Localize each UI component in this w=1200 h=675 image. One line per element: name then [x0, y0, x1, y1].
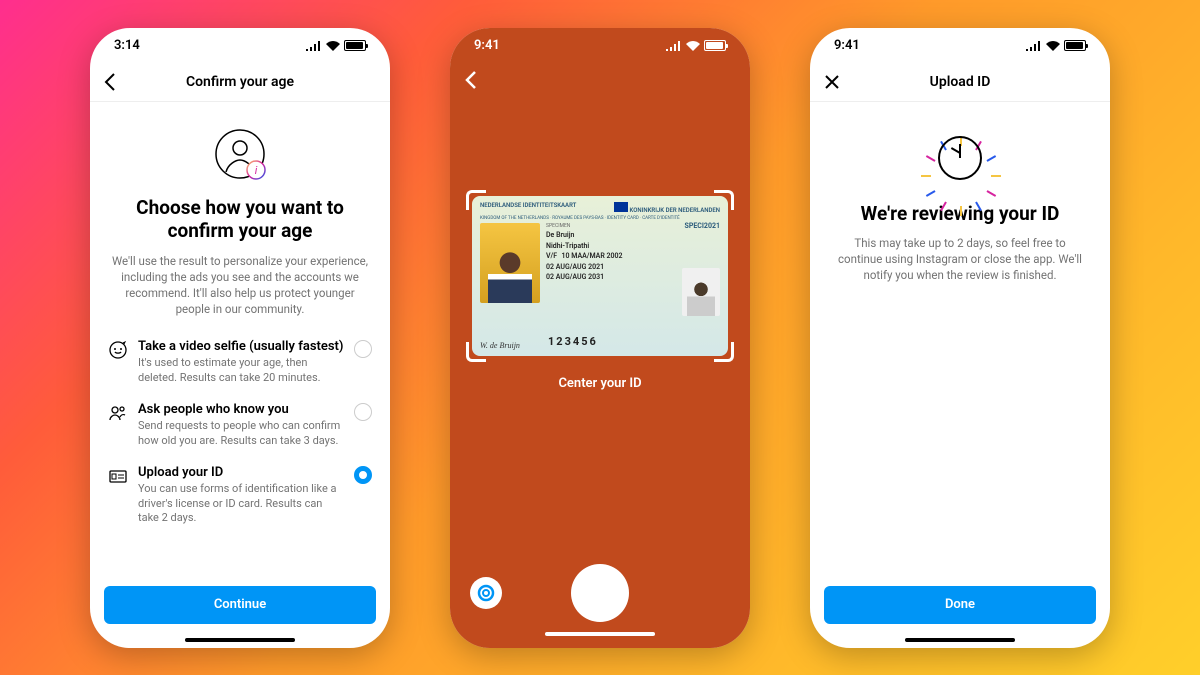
id-photo: [480, 223, 540, 303]
status-icons: [666, 40, 726, 51]
wifi-icon: [326, 41, 340, 51]
camera-instruction: Center your ID: [450, 376, 750, 391]
svg-text:i: i: [255, 164, 258, 177]
signal-icon: [666, 41, 682, 51]
home-indicator[interactable]: [545, 632, 655, 636]
option-title: Take a video selfie (usually fastest): [138, 339, 344, 354]
profile-info-icon: i: [108, 126, 372, 182]
id-card-icon: [108, 466, 128, 486]
status-icons: [306, 40, 366, 51]
page-heading: Choose how you want to confirm your age: [108, 196, 372, 244]
radio-unselected[interactable]: [354, 403, 372, 421]
content: We're reviewing your ID This may take up…: [810, 102, 1110, 586]
nav-title: Upload ID: [930, 74, 991, 90]
radio-selected[interactable]: [354, 466, 372, 484]
content: i Choose how you want to confirm your ag…: [90, 102, 390, 586]
battery-icon: [704, 40, 726, 51]
wifi-icon: [1046, 41, 1060, 51]
help-button[interactable]: [470, 577, 502, 609]
id-header-left: NEDERLANDSE IDENTITEITSKAART: [480, 202, 576, 214]
status-bar: 9:41: [450, 28, 750, 64]
status-bar: 3:14: [90, 28, 390, 64]
option-title: Ask people who know you: [138, 402, 344, 417]
id-sex: V/F: [546, 252, 557, 260]
back-icon[interactable]: [464, 70, 478, 90]
nav-title: Confirm your age: [186, 74, 294, 90]
status-time: 9:41: [834, 38, 860, 53]
status-icons: [1026, 40, 1086, 51]
close-icon[interactable]: [824, 74, 840, 90]
page-subtext: This may take up to 2 days, so feel free…: [828, 235, 1092, 283]
camera-viewfinder: 9:41 NEDERLANDSE IDENTITEITSKAART KONINK…: [450, 28, 750, 648]
option-desc: Send requests to people who can confirm …: [138, 419, 344, 449]
signal-icon: [1026, 41, 1042, 51]
home-indicator[interactable]: [185, 638, 295, 642]
option-video-selfie[interactable]: Take a video selfie (usually fastest) It…: [108, 331, 372, 394]
phone-camera: 9:41 NEDERLANDSE IDENTITEITSKAART KONINK…: [450, 28, 750, 648]
option-title: Upload your ID: [138, 465, 344, 480]
option-ask-people[interactable]: Ask people who know you Send requests to…: [108, 394, 372, 457]
people-icon: [108, 403, 128, 423]
page-subtext: We'll use the result to personalize your…: [108, 253, 372, 317]
id-photo-small: [682, 268, 720, 316]
id-dob: 10 MAA/MAR 2002: [562, 252, 623, 260]
status-time: 3:14: [114, 38, 140, 53]
eu-flag-icon: [614, 202, 628, 212]
nav-bar: Upload ID: [810, 64, 1110, 102]
status-bar: 9:41: [810, 28, 1110, 64]
id-number: 123456: [548, 335, 598, 348]
battery-icon: [1064, 40, 1086, 51]
id-card-preview: NEDERLANDSE IDENTITEITSKAART KONINKRIJK …: [472, 196, 728, 356]
option-desc: You can use forms of identification like…: [138, 482, 344, 527]
option-desc: It's used to estimate your age, then del…: [138, 356, 344, 386]
radio-unselected[interactable]: [354, 340, 372, 358]
id-scan-frame: NEDERLANDSE IDENTITEITSKAART KONINKRIJK …: [472, 196, 728, 356]
wifi-icon: [686, 41, 700, 51]
id-surname: De Bruijn: [546, 230, 720, 241]
status-time: 9:41: [474, 38, 500, 53]
phone-confirm-age: 3:14 Confirm your age i Choose how you w…: [90, 28, 390, 648]
camera-controls: [450, 564, 750, 622]
signal-icon: [306, 41, 322, 51]
phone-reviewing: 9:41 Upload ID: [810, 28, 1110, 648]
battery-icon: [344, 40, 366, 51]
done-button[interactable]: Done: [824, 586, 1096, 624]
id-header-right: KONINKRIJK DER NEDERLANDEN: [630, 207, 720, 214]
back-icon[interactable]: [104, 73, 116, 91]
selfie-icon: [108, 340, 128, 360]
id-code: SPECI2021: [685, 222, 720, 230]
home-indicator[interactable]: [905, 638, 1015, 642]
id-given: Nidhi-Tripathi: [546, 241, 720, 252]
id-signature: W. de Bruijn: [480, 341, 520, 350]
clock-reviewing-icon: [828, 136, 1092, 180]
option-upload-id[interactable]: Upload your ID You can use forms of iden…: [108, 457, 372, 535]
clock-icon: [938, 136, 982, 180]
shutter-button[interactable]: [571, 564, 629, 622]
continue-button[interactable]: Continue: [104, 586, 376, 624]
lifebuoy-icon: [477, 584, 495, 602]
id-header-sub: KINGDOM OF THE NETHERLANDS · ROYAUME DES…: [480, 216, 720, 221]
nav-bar: Confirm your age: [90, 64, 390, 102]
